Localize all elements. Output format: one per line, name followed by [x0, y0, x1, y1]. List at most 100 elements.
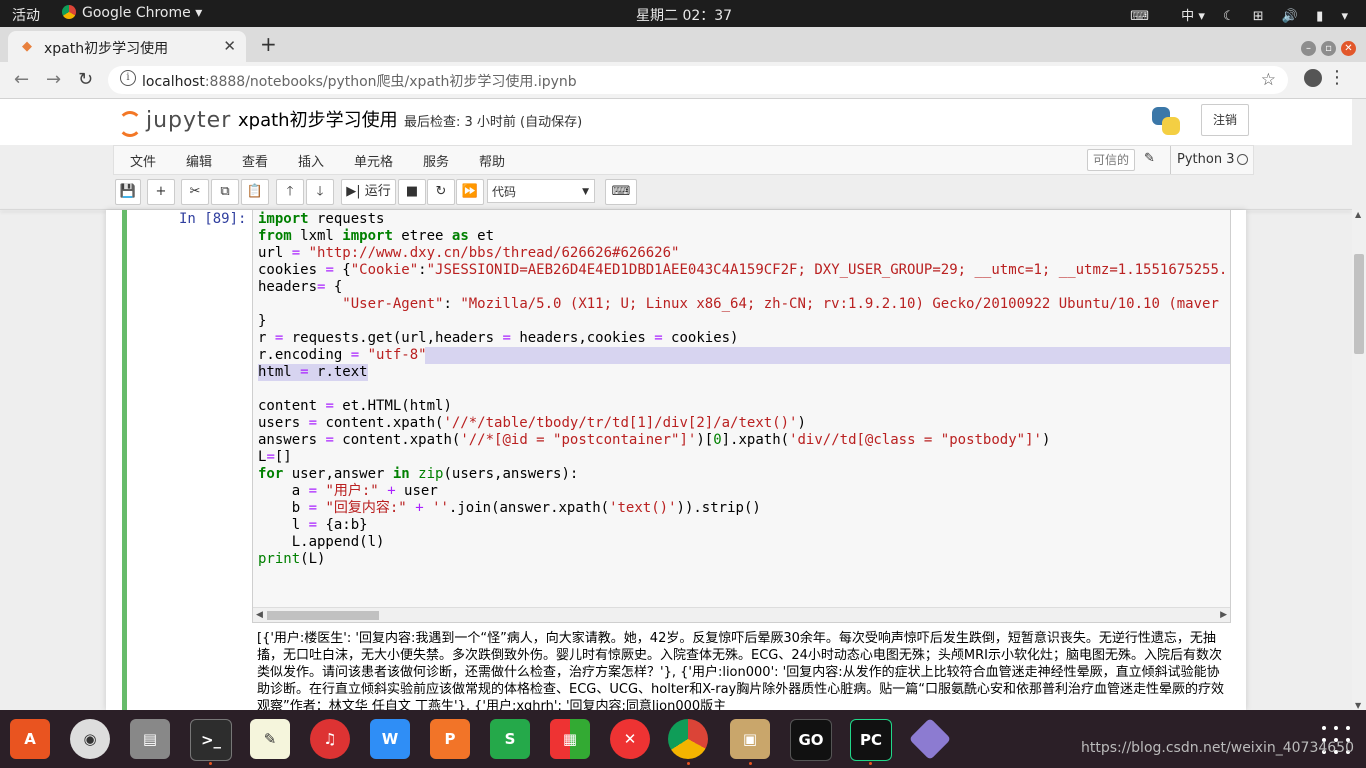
menu-insert[interactable]: 插入 [298, 151, 324, 170]
wps-spreadsheet-icon[interactable]: S [490, 719, 530, 759]
libreoffice-icon[interactable]: ▦ [550, 719, 590, 759]
logout-button[interactable]: 注销 [1201, 104, 1249, 136]
notebook-toolbar: 💾 + ✂ ⧉ 📋 🡑 🡓 ▶| 运行 ■ ↻ ⏩ 代码 ▼ ⌨ [113, 179, 1252, 205]
running-indicator [869, 762, 872, 765]
running-indicator [209, 762, 212, 765]
scrollbar-thumb[interactable] [267, 611, 379, 620]
horizontal-scrollbar[interactable]: ◀ ▶ [253, 607, 1230, 622]
maximize-button[interactable]: ▫ [1321, 41, 1336, 56]
wps-presentation-icon[interactable]: P [430, 719, 470, 759]
jupyter-logo-icon [118, 111, 142, 137]
save-button[interactable]: 💾 [115, 179, 141, 205]
scroll-down-icon[interactable]: ▼ [1355, 701, 1361, 710]
move-up-button[interactable]: 🡑 [276, 179, 304, 205]
chrome-dock-icon[interactable] [668, 719, 708, 759]
scroll-left-icon[interactable]: ◀ [256, 608, 263, 622]
close-window-button[interactable]: ✕ [1341, 41, 1356, 56]
archive-manager-icon[interactable]: ▣ [730, 719, 770, 759]
keyboard-icon[interactable]: ⌨ [1130, 9, 1149, 24]
window-controls: – ▫ ✕ [1296, 36, 1356, 56]
code-text[interactable]: import requests from lxml import etree a… [258, 211, 1227, 568]
menu-kernel[interactable]: 服务 [423, 151, 449, 170]
dock: A ◉ ▤ >_ ✎ ♫ W P S ▦ ✕ ▣ GO PC [0, 710, 1366, 768]
volume-icon[interactable]: 🔊 [1282, 9, 1298, 24]
account-avatar-icon[interactable] [1304, 69, 1322, 87]
bookmark-star-icon[interactable]: ☆ [1261, 70, 1276, 90]
virtualbox-icon[interactable] [908, 717, 952, 761]
input-method-indicator[interactable]: 中 ▾ [1167, 9, 1205, 24]
notebook-title[interactable]: xpath初步学习使用 [238, 106, 398, 132]
goland-icon[interactable]: GO [790, 719, 832, 761]
network-icon[interactable]: ⊞ [1253, 9, 1264, 24]
command-palette-button[interactable]: ⌨ [605, 179, 637, 205]
input-prompt: In [89]: [179, 211, 247, 227]
tab-title: xpath初步学习使用 [44, 41, 169, 57]
app-menu[interactable]: Google Chrome ▾ [62, 5, 202, 21]
jupyter-page: jupyter xpath初步学习使用 最后检查: 3 小时前 (自动保存) 注… [0, 99, 1352, 710]
notebook-menubar: 文件 编辑 查看 插入 单元格 服务 帮助 可信的 ✎ Python 3 [113, 145, 1254, 175]
paste-button[interactable]: 📋 [241, 179, 269, 205]
battery-icon[interactable]: ▮ [1316, 9, 1323, 24]
menu-view[interactable]: 查看 [242, 151, 268, 170]
files-icon[interactable]: ▤ [130, 719, 170, 759]
chevron-down-icon[interactable]: ▾ [1341, 9, 1348, 24]
xmind-icon[interactable]: ✕ [610, 719, 650, 759]
scroll-right-icon[interactable]: ▶ [1220, 608, 1227, 622]
menu-file[interactable]: 文件 [130, 151, 156, 170]
interrupt-button[interactable]: ■ [398, 179, 426, 205]
menu-edit[interactable]: 编辑 [186, 151, 212, 170]
menu-cell[interactable]: 单元格 [354, 151, 393, 170]
cut-button[interactable]: ✂ [181, 179, 209, 205]
night-light-icon[interactable]: ☾ [1223, 9, 1235, 24]
running-indicator [687, 762, 690, 765]
kernel-name: Python 3 [1170, 146, 1234, 174]
system-top-bar: 活动 Google Chrome ▾ 星期二 02：37 ⌨ 中 ▾ ☾ ⊞ 🔊… [0, 0, 1366, 27]
kernel-idle-icon [1237, 154, 1248, 165]
wps-writer-icon[interactable]: W [370, 719, 410, 759]
new-tab-button[interactable]: + [260, 32, 277, 56]
pencil-icon[interactable]: ✎ [1144, 151, 1155, 166]
activities-button[interactable]: 活动 [12, 5, 40, 25]
cell-type-select[interactable]: 代码 ▼ [487, 179, 595, 203]
terminal-icon[interactable]: >_ [190, 719, 232, 761]
forward-button[interactable]: → [46, 69, 61, 90]
copy-button[interactable]: ⧉ [211, 179, 239, 205]
minimize-button[interactable]: – [1301, 41, 1316, 56]
chevron-down-icon: ▼ [582, 187, 589, 197]
url-text[interactable]: localhost:8888/notebooks/python爬虫/xpath初… [142, 71, 577, 91]
tab-strip: ◆ xpath初步学习使用 ✕ [0, 27, 1366, 62]
scroll-up-icon[interactable]: ▲ [1355, 210, 1361, 219]
rhythmbox-icon[interactable]: ◉ [70, 719, 110, 759]
address-bar[interactable]: i localhost:8888/notebooks/python爬虫/xpat… [108, 66, 1288, 94]
running-indicator [749, 762, 752, 765]
system-tray[interactable]: ⌨ 中 ▾ ☾ ⊞ 🔊 ▮ ▾ [1116, 5, 1348, 24]
menu-dots-icon[interactable]: ⋮ [1328, 67, 1346, 88]
code-editor[interactable]: import requests from lxml import etree a… [252, 210, 1231, 623]
restart-run-all-button[interactable]: ⏩ [456, 179, 484, 205]
insert-cell-button[interactable]: + [147, 179, 175, 205]
back-button[interactable]: ← [14, 69, 29, 90]
app-name: Google Chrome [82, 5, 191, 21]
chrome-icon [62, 5, 76, 19]
info-icon[interactable]: i [120, 70, 136, 86]
tab-notebook[interactable]: ◆ xpath初步学习使用 ✕ [8, 31, 246, 62]
watermark-text: https://blog.csdn.net/weixin_40734650 [1080, 740, 1354, 756]
reload-button[interactable]: ↻ [78, 69, 93, 90]
jupyter-logo-text: jupyter [146, 108, 232, 133]
close-icon[interactable]: ✕ [223, 37, 236, 55]
cell-output: [{'用户:楼医生': '回复内容:我遇到一个“怪”病人，向大家请教。她，42岁… [257, 631, 1224, 710]
restart-button[interactable]: ↻ [427, 179, 455, 205]
pycharm-icon[interactable]: PC [850, 719, 892, 761]
scrollbar-thumb[interactable] [1354, 254, 1364, 354]
clock[interactable]: 星期二 02：37 [636, 5, 732, 25]
menu-help[interactable]: 帮助 [479, 151, 505, 170]
browser-toolbar: ← → ↻ i localhost:8888/notebooks/python爬… [0, 62, 1366, 99]
netease-music-icon[interactable]: ♫ [310, 719, 350, 759]
page-vertical-scrollbar[interactable]: ▲ ▼ [1352, 210, 1366, 710]
run-button[interactable]: ▶| 运行 [341, 179, 396, 205]
software-center-icon[interactable]: A [10, 719, 50, 759]
trusted-indicator[interactable]: 可信的 [1087, 149, 1135, 171]
move-down-button[interactable]: 🡓 [306, 179, 334, 205]
text-editor-icon[interactable]: ✎ [250, 719, 290, 759]
code-cell[interactable]: In [89]: import requests from lxml impor… [122, 210, 1231, 710]
